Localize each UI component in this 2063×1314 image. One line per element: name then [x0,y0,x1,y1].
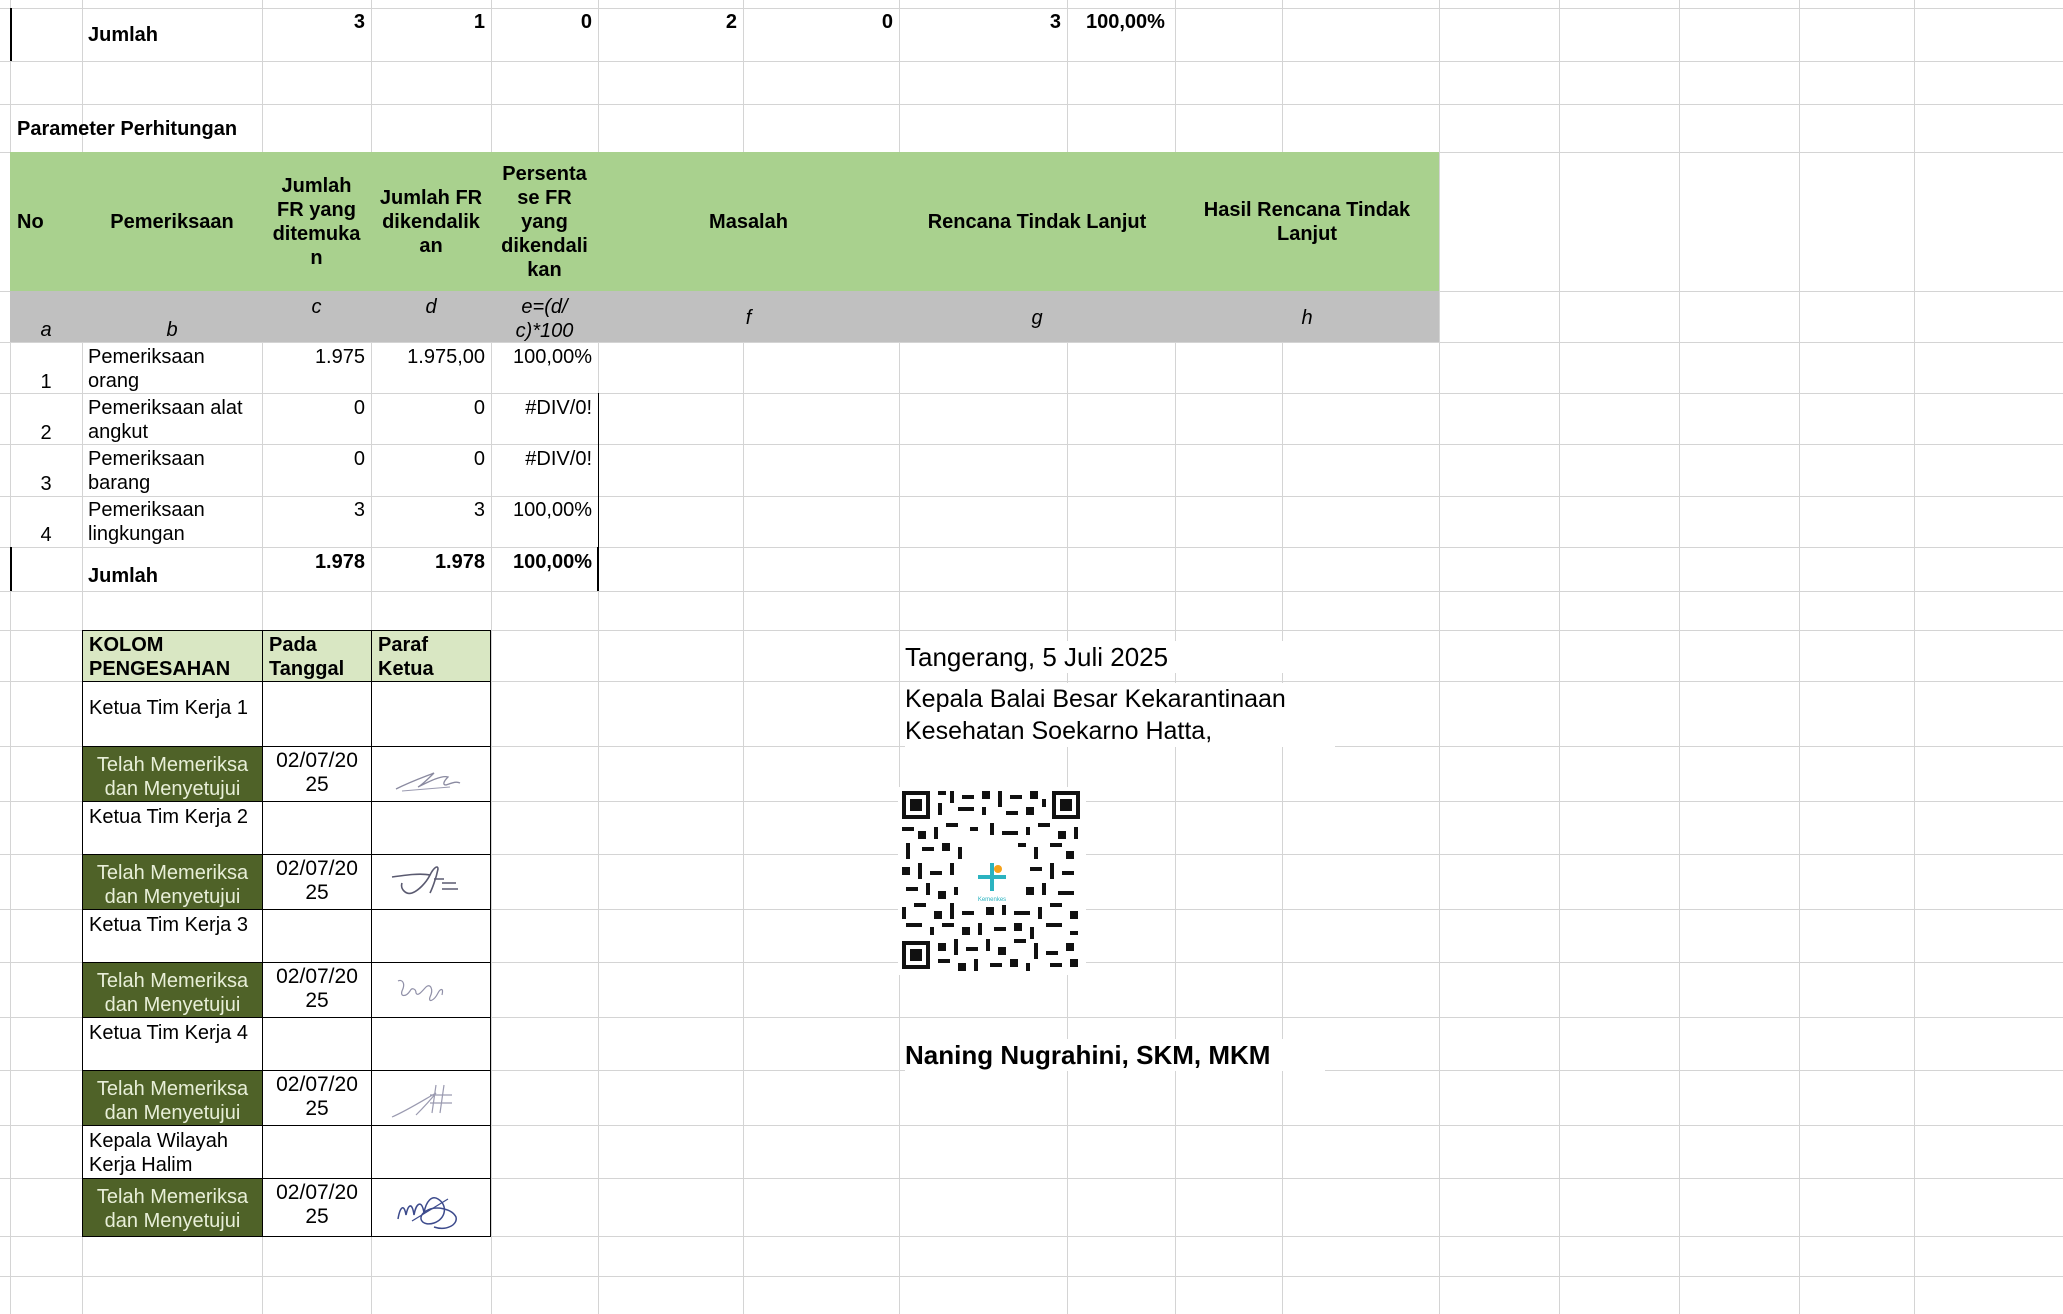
letter-d: d [425,296,437,318]
pengesahan-status-5: Telah Memeriksa dan Menyetujui [82,1178,263,1237]
row-2-c: 0 [353,397,365,419]
pengesahan-role-4: Ketua Tim Kerja 4 [82,1017,263,1071]
pengesahan-header-paraf: Paraf Ketua [371,630,491,682]
letter-g: g [1031,307,1043,329]
pengesahan-date-1: 02/07/20 25 [262,746,372,802]
header-hasil: Hasil Rencana Tindak Lanjut [1203,198,1411,245]
top-total-d: 1 [473,11,485,33]
signature-image-5 [371,1178,491,1237]
pengesahan-header-tanggal: Pada Tanggal [262,630,372,682]
pengesahan-empty-cell [371,1125,491,1179]
signature-image-3 [371,962,491,1018]
param-title: Parameter Perhitungan [17,118,238,140]
pengesahan-status-3: Telah Memeriksa dan Menyetujui [82,962,263,1018]
pengesahan-header-kolom: KOLOM PENGESAHAN [82,630,263,682]
pengesahan-role-3: Ketua Tim Kerja 3 [82,909,263,963]
row-4-no: 4 [40,524,52,546]
header-jumlah-dikendalikan: Jumlah FR dikendalik an [379,186,483,257]
top-total-f: 2 [725,11,737,33]
letter-h: h [1301,307,1313,329]
pengesahan-empty-cell [371,801,491,855]
qr-logo-text: Kemenkes [978,897,1006,903]
row-1-c: 1.975 [314,346,365,368]
sign-name: Naning Nugrahini, SKM, MKM [905,1039,1325,1071]
pengesahan-date-3: 02/07/20 25 [262,962,372,1018]
pengesahan-status-1: Telah Memeriksa dan Menyetujui [82,746,263,802]
row-4-e: 100,00% [513,499,592,521]
row-4-name: Pemeriksaan lingkungan [88,499,205,545]
letter-b: b [166,319,178,341]
top-total-e: 0 [580,11,592,33]
pengesahan-date-5: 02/07/20 25 [262,1178,372,1237]
header-pemeriksaan: Pemeriksaan [110,210,234,233]
signature-image-1 [371,746,491,802]
header-masalah: Masalah [709,210,788,233]
row-3-c: 0 [353,448,365,470]
row-3-no: 3 [40,473,52,495]
header-no: No [17,210,44,233]
signature-image-2 [371,854,491,910]
param-total-label: Jumlah [88,565,159,587]
pengesahan-empty-cell [262,909,372,963]
row-1-no: 1 [40,371,52,393]
letter-a: a [40,319,52,341]
sign-place-date: Tangerang, 5 Juli 2025 [905,641,1325,673]
row-1-e: 100,00% [513,346,592,368]
signature-image-4 [371,1070,491,1126]
param-total-d: 1.978 [434,551,485,573]
row-4-c: 3 [353,499,365,521]
qr-code: Kemenkes [898,787,1086,975]
pengesahan-empty-cell [371,1017,491,1071]
row-2-name: Pemeriksaan alat angkut [88,397,243,443]
top-total-g: 0 [881,11,893,33]
pengesahan-role-1: Ketua Tim Kerja 1 [82,681,263,747]
pengesahan-empty-cell [262,801,372,855]
top-total-c: 3 [353,11,365,33]
param-total-e: 100,00% [513,551,592,573]
row-1-name: Pemeriksaan orang [88,346,205,392]
top-total-label: Jumlah [88,24,159,46]
param-total-c: 1.978 [314,551,365,573]
pengesahan-empty-cell [262,1125,372,1179]
header-persentase: Persenta se FR yang dikendali kan [501,162,588,281]
letter-c: c [311,296,322,318]
pengesahan-status-2: Telah Memeriksa dan Menyetujui [82,854,263,910]
sign-position-line-1: Kepala Balai Besar Kekarantinaan [905,683,1335,715]
sign-position-line-2: Kesehatan Soekarno Hatta, [905,715,1335,747]
row-3-e: #DIV/0! [525,448,592,470]
pengesahan-empty-cell [371,681,491,747]
row-border [10,8,12,61]
header-rencana: Rencana Tindak Lanjut [927,210,1147,233]
pengesahan-role-5: Kepala Wilayah Kerja Halim [82,1125,263,1179]
top-total-h: 3 [1049,11,1061,33]
letter-f: f [745,307,752,329]
pengesahan-empty-cell [262,1017,372,1071]
row-3-name: Pemeriksaan barang [88,448,205,494]
row-3-d: 0 [473,448,485,470]
pengesahan-empty-cell [371,909,491,963]
row-border [10,547,12,591]
top-total-pct: 100,00% [1086,11,1165,33]
pengesahan-status-4: Telah Memeriksa dan Menyetujui [82,1070,263,1126]
pengesahan-role-2: Ketua Tim Kerja 2 [82,801,263,855]
row-4-d: 3 [473,499,485,521]
pengesahan-date-2: 02/07/20 25 [262,854,372,910]
row-2-no: 2 [40,422,52,444]
row-2-e: #DIV/0! [525,397,592,419]
row-2-d: 0 [473,397,485,419]
pengesahan-date-4: 02/07/20 25 [262,1070,372,1126]
letter-e: e=(d/ c)*100 [515,296,574,342]
row-1-d: 1.975,00 [407,346,485,368]
pengesahan-empty-cell [262,681,372,747]
header-jumlah-ditemukan: Jumlah FR yang ditemuka n [272,174,361,269]
